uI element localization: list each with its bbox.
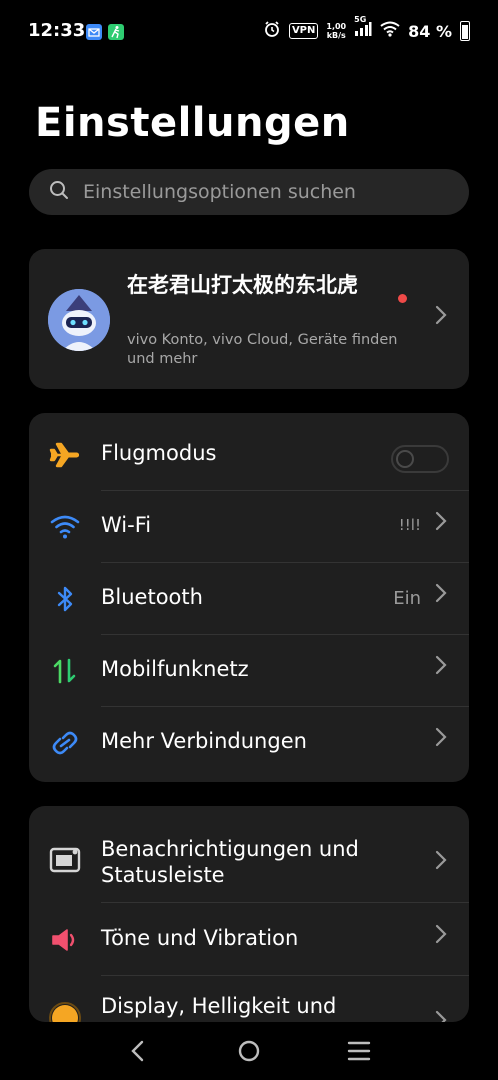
airplane-mode-toggle[interactable] [391,445,449,473]
home-button[interactable] [237,1040,261,1068]
status-time: 12:33 [28,20,86,41]
speed-unit: kB/s [326,31,346,40]
toggle-knob [396,450,414,468]
system-card: Benachrichtigungen und Statusleiste Töne… [29,806,469,1022]
speaker-icon [49,926,81,954]
wifi-icon [49,513,81,541]
display-icon [49,1002,81,1022]
settings-row-label: Wi-Fi [101,513,152,537]
notification-icon [49,846,81,874]
battery-level: 84 % [408,21,452,41]
chevron-right-icon [435,924,447,950]
vpn-badge: VPN [288,23,319,39]
settings-row-label: Töne und Vibration [101,926,299,950]
chevron-right-icon [435,305,447,331]
chevron-right-icon [435,583,447,609]
settings-row-bluetooth[interactable]: Bluetooth Ein [29,563,469,635]
chevron-right-icon [435,727,447,753]
search-input[interactable] [81,180,445,204]
status-bar: 12:33 VPN 1,00 kB/s 5G 84 % [0,0,498,64]
connections-card: Flugmodus Wi-Fi !!l! Bluetooth Ein Mobil… [29,413,469,782]
avatar[interactable] [48,289,110,351]
settings-row-wifi[interactable]: Wi-Fi !!l! [29,491,469,563]
settings-row-notifications[interactable]: Benachrichtigungen und Statusleiste [29,820,469,902]
settings-row-sound[interactable]: Töne und Vibration [29,904,469,976]
search-icon [49,180,69,204]
settings-row-label: Display, Helligkeit und [101,994,337,1018]
settings-row-label: Mobilfunknetz [101,657,249,681]
link-icon [49,729,81,757]
fitness-notification-icon [108,24,124,40]
wifi-network-name: !!l! [398,516,421,534]
bluetooth-status: Ein [393,588,421,609]
back-button[interactable] [128,1040,148,1066]
wifi-status-icon [380,21,400,41]
divider [101,975,469,976]
mobile-data-icon [49,657,81,685]
settings-row-label: Flugmodus [101,441,217,465]
settings-row-mobile-network[interactable]: Mobilfunknetz [29,635,469,707]
recents-menu-button[interactable] [347,1040,371,1066]
settings-row-airplane-mode[interactable]: Flugmodus [29,419,469,491]
speed-value: 1,00 [326,22,347,31]
network-type: 5G [354,15,367,24]
page-title: Einstellungen [35,100,350,146]
settings-row-display[interactable]: Display, Helligkeit und [29,982,469,1022]
chevron-right-icon [435,850,447,876]
cellular-signal-icon: 5G [354,15,372,41]
airplane-icon [49,441,81,469]
battery-icon [460,21,470,41]
mail-notification-icon [86,24,102,40]
bluetooth-icon [49,585,81,613]
alarm-icon [263,20,281,42]
status-icons: VPN 1,00 kB/s 5G 84 % [263,15,470,42]
settings-row-label: Benachrichtigungen und Statusleiste [101,837,359,887]
divider [101,902,469,903]
notification-dot [398,294,407,303]
navigation-bar [0,1022,498,1080]
settings-row-label: Bluetooth [101,585,203,609]
account-name: 在老君山打太极的东北虎 [127,273,358,297]
settings-row-more-connections[interactable]: Mehr Verbindungen [29,707,469,779]
chevron-right-icon [435,655,447,681]
account-card[interactable]: 在老君山打太极的东北虎 vivo Konto, vivo Cloud, Gerä… [29,249,469,389]
search-bar[interactable] [29,169,469,215]
chevron-right-icon [435,511,447,537]
network-speed: 1,00 kB/s [326,22,346,40]
chevron-right-icon [435,1010,447,1022]
account-subtitle: vivo Konto, vivo Cloud, Geräte finden un… [127,332,398,367]
settings-row-label: Mehr Verbindungen [101,729,307,753]
